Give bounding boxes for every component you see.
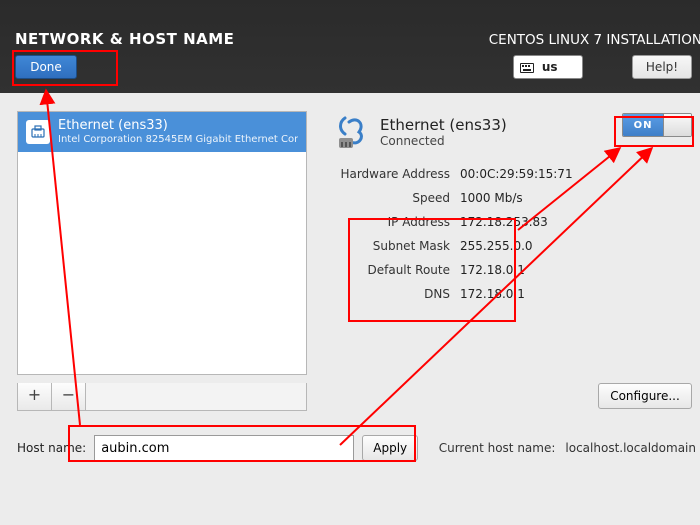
interface-row-ens33[interactable]: Ethernet (ens33) Intel Corporation 82545… (18, 112, 306, 152)
mask-label: Subnet Mask (330, 239, 450, 253)
speed-label: Speed (330, 191, 450, 205)
remove-interface-button[interactable]: − (52, 383, 86, 410)
keyboard-layout-text: us (542, 60, 558, 74)
page-title: NETWORK & HOST NAME (15, 30, 234, 48)
interface-details: Ethernet (ens33) Connected ON Hardware A… (330, 111, 694, 301)
ip-value: 172.18.253.83 (460, 215, 694, 229)
apply-hostname-button[interactable]: Apply (362, 435, 418, 461)
add-interface-button[interactable]: + (18, 383, 52, 410)
main-panel: Ethernet (ens33) Intel Corporation 82545… (0, 93, 700, 525)
keyboard-layout-indicator[interactable]: us (513, 55, 583, 79)
details-grid: Hardware Address 00:0C:29:59:15:71 Speed… (330, 167, 694, 301)
dns-value: 172.18.0.1 (460, 287, 694, 301)
done-button[interactable]: Done (15, 55, 77, 79)
ip-label: IP Address (330, 215, 450, 229)
details-title: Ethernet (ens33) (380, 116, 507, 134)
interface-name: Ethernet (ens33) (58, 118, 298, 134)
ethernet-icon (26, 120, 50, 144)
configure-button[interactable]: Configure... (598, 383, 692, 409)
details-status: Connected (380, 134, 507, 148)
toggle-knob (663, 114, 691, 136)
help-button[interactable]: Help! (632, 55, 692, 79)
toggle-on-label: ON (623, 114, 663, 136)
hostname-label: Host name: (17, 441, 86, 455)
interface-toolbar: + − (17, 383, 307, 411)
hostname-row: Host name: Apply Current host name: loca… (17, 433, 700, 463)
current-hostname-value: localhost.localdomain (565, 441, 696, 455)
connection-toggle[interactable]: ON (622, 113, 692, 137)
route-value: 172.18.0.1 (460, 263, 694, 277)
speed-value: 1000 Mb/s (460, 191, 694, 205)
interface-description: Intel Corporation 82545EM Gigabit Ethern… (58, 134, 298, 146)
hwaddr-label: Hardware Address (330, 167, 450, 181)
header-bar: NETWORK & HOST NAME CENTOS LINUX 7 INSTA… (0, 0, 700, 93)
interface-list[interactable]: Ethernet (ens33) Intel Corporation 82545… (17, 111, 307, 375)
current-hostname-label: Current host name: (439, 441, 556, 455)
route-label: Default Route (330, 263, 450, 277)
ethernet-large-icon (330, 111, 372, 153)
hwaddr-value: 00:0C:29:59:15:71 (460, 167, 694, 181)
mask-value: 255.255.0.0 (460, 239, 694, 253)
keyboard-icon (520, 63, 534, 73)
hostname-input[interactable] (94, 435, 354, 461)
installer-title: CENTOS LINUX 7 INSTALLATION (489, 32, 700, 48)
dns-label: DNS (330, 287, 450, 301)
